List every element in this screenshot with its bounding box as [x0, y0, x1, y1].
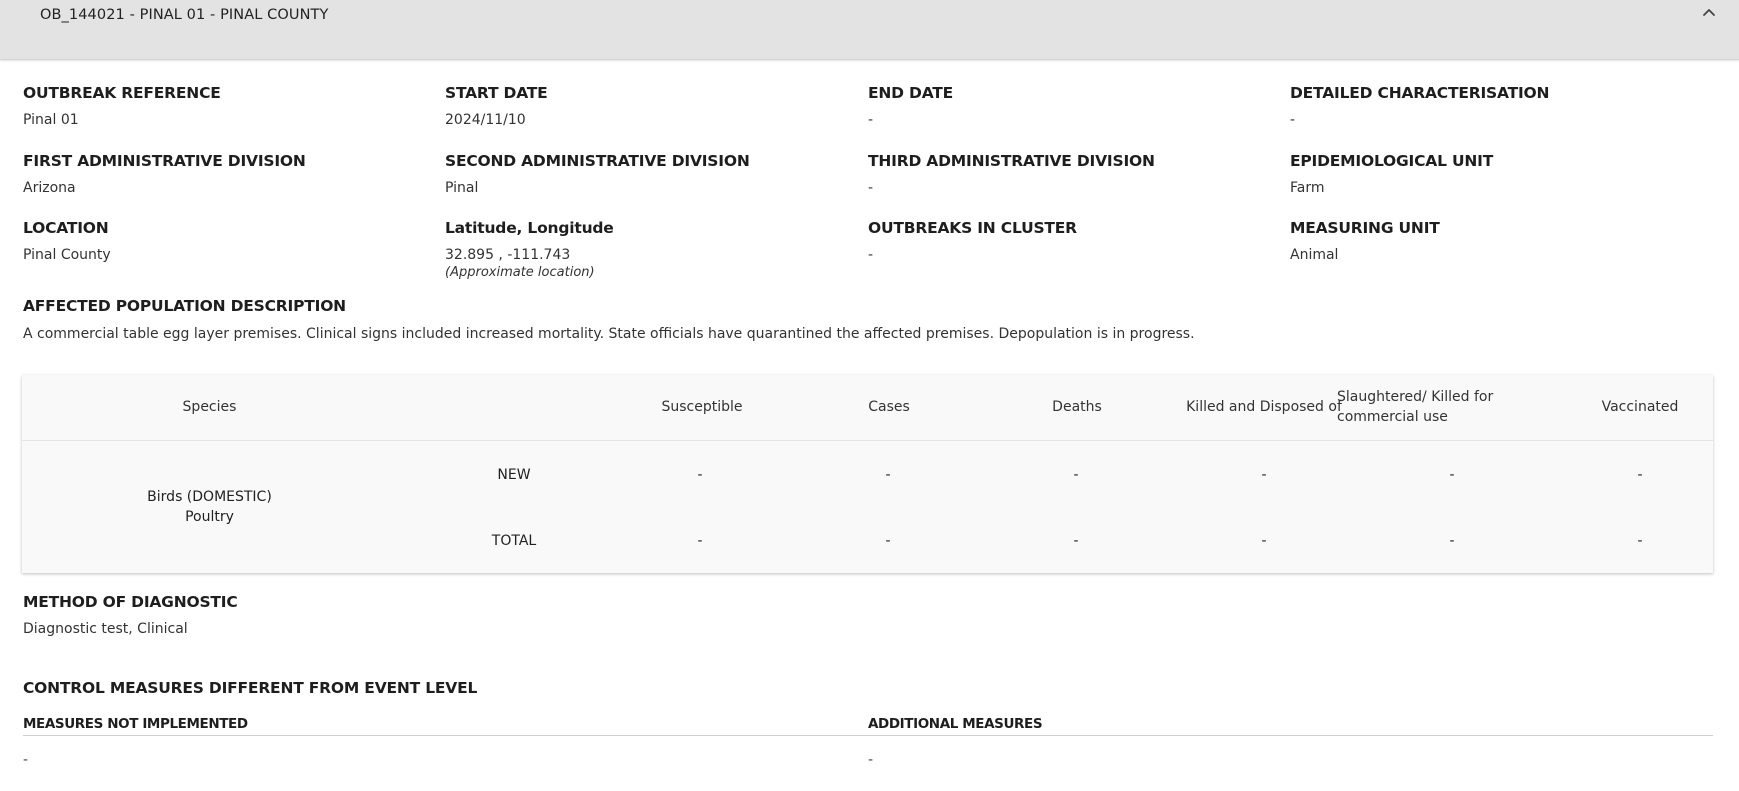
control-measures-section: CONTROL MEASURES DIFFERENT FROM EVENT LE… [23, 679, 477, 697]
field-value: Diagnostic test, Clinical [23, 621, 188, 637]
field-epidemiological-unit: EPIDEMIOLOGICAL UNIT Farm [1290, 152, 1493, 196]
header-cases: Cases [868, 399, 910, 415]
cell-new-susceptible: - [697, 467, 703, 483]
cell-total-deaths: - [1073, 533, 1079, 549]
affected-population-label: AFFECTED POPULATION DESCRIPTION [23, 297, 346, 315]
field-label: MEASURING UNIT [1290, 219, 1440, 237]
field-location: LOCATION Pinal County [23, 219, 111, 263]
field-outbreaks-in-cluster: OUTBREAKS IN CLUSTER - [868, 219, 1077, 263]
field-label: OUTBREAK REFERENCE [23, 84, 221, 102]
field-third-admin-division: THIRD ADMINISTRATIVE DIVISION - [868, 152, 1155, 196]
header-divider [22, 440, 1713, 441]
header-vaccinated: Vaccinated [1601, 399, 1679, 415]
cell-total-slaughtered: - [1449, 533, 1455, 549]
header-deaths: Deaths [1052, 399, 1102, 415]
field-value: Arizona [23, 180, 76, 196]
cell-new-vaccinated: - [1637, 467, 1643, 483]
field-value: - [868, 180, 874, 196]
field-label: LOCATION [23, 219, 109, 237]
control-measures-label: CONTROL MEASURES DIFFERENT FROM EVENT LE… [23, 679, 478, 697]
species-category: Poultry [185, 509, 234, 525]
row-type-new: NEW [497, 467, 531, 483]
field-value: 2024/11/10 [445, 112, 526, 128]
field-value: Farm [1290, 180, 1325, 196]
field-start-date: START DATE 2024/11/10 [445, 84, 548, 128]
field-label: THIRD ADMINISTRATIVE DIVISION [868, 152, 1155, 170]
outbreak-panel: OB_144021 - PINAL 01 - PINAL COUNTY OUTB… [0, 0, 1739, 791]
cell-new-cases: - [885, 467, 891, 483]
field-label: FIRST ADMINISTRATIVE DIVISION [23, 152, 306, 170]
cell-total-susceptible: - [697, 533, 703, 549]
field-first-admin-division: FIRST ADMINISTRATIVE DIVISION Arizona [23, 152, 306, 196]
cell-new-deaths: - [1073, 467, 1079, 483]
cell-total-vaccinated: - [1637, 533, 1643, 549]
field-label: EPIDEMIOLOGICAL UNIT [1290, 152, 1494, 170]
field-outbreak-reference: OUTBREAK REFERENCE Pinal 01 [23, 84, 221, 128]
cell-total-killed: - [1261, 533, 1267, 549]
field-value: - [868, 112, 874, 128]
approximate-location-note: (Approximate location) [445, 265, 595, 280]
panel-title: OB_144021 - PINAL 01 - PINAL COUNTY [40, 7, 329, 23]
measures-not-implemented-label: MEASURES NOT IMPLEMENTED [23, 716, 248, 732]
species-name: Birds (DOMESTIC) [147, 489, 272, 505]
measures-divider [23, 735, 1713, 736]
header-susceptible: Susceptible [661, 399, 743, 415]
field-measuring-unit: MEASURING UNIT Animal [1290, 219, 1440, 263]
field-lat-long: Latitude, Longitude 32.895 , -111.743 (A… [445, 219, 614, 280]
field-value: Pinal County [23, 247, 111, 263]
field-value: Pinal 01 [23, 112, 79, 128]
field-label: SECOND ADMINISTRATIVE DIVISION [445, 152, 750, 170]
cell-new-slaughtered: - [1449, 467, 1455, 483]
affected-population-section: AFFECTED POPULATION DESCRIPTION [23, 297, 346, 315]
additional-measures-value: - [868, 752, 874, 768]
header-slaughtered: Slaughtered/ Killed for commercial use [1337, 387, 1527, 427]
header-slaughtered-line2: commercial use [1337, 409, 1448, 425]
field-label: END DATE [868, 84, 954, 102]
field-label: DETAILED CHARACTERISATION [1290, 84, 1550, 102]
cell-new-killed: - [1261, 467, 1267, 483]
panel-header[interactable]: OB_144021 - PINAL 01 - PINAL COUNTY [0, 0, 1739, 60]
affected-population-description: A commercial table egg layer premises. C… [23, 326, 1195, 342]
field-value: Animal [1290, 247, 1339, 263]
field-value: - [1290, 112, 1296, 128]
field-end-date: END DATE - [868, 84, 953, 128]
chevron-up-icon[interactable] [1700, 4, 1718, 22]
species-cell: Birds (DOMESTIC) Poultry [22, 487, 397, 527]
field-label: METHOD OF DIAGNOSTIC [23, 593, 238, 611]
field-value: 32.895 , -111.743 [445, 247, 571, 263]
field-value: - [868, 247, 874, 263]
field-label: OUTBREAKS IN CLUSTER [868, 219, 1077, 237]
field-label: Latitude, Longitude [445, 219, 614, 237]
header-killed-disposed: Killed and Disposed of [1186, 399, 1342, 415]
field-method-of-diagnostic: METHOD OF DIAGNOSTIC Diagnostic test, Cl… [23, 593, 238, 637]
field-label: START DATE [445, 84, 548, 102]
field-value: Pinal [445, 180, 479, 196]
header-slaughtered-line1: Slaughtered/ Killed for [1337, 389, 1494, 405]
header-species: Species [182, 399, 237, 415]
field-detailed-characterisation: DETAILED CHARACTERISATION - [1290, 84, 1549, 128]
row-type-total: TOTAL [491, 533, 537, 549]
field-second-admin-division: SECOND ADMINISTRATIVE DIVISION Pinal [445, 152, 750, 196]
cell-total-cases: - [885, 533, 891, 549]
quantitative-data-table: Species Susceptible Cases Deaths Killed … [22, 375, 1713, 573]
additional-measures-label: ADDITIONAL MEASURES [868, 716, 1043, 732]
measures-not-implemented-value: - [23, 752, 29, 768]
